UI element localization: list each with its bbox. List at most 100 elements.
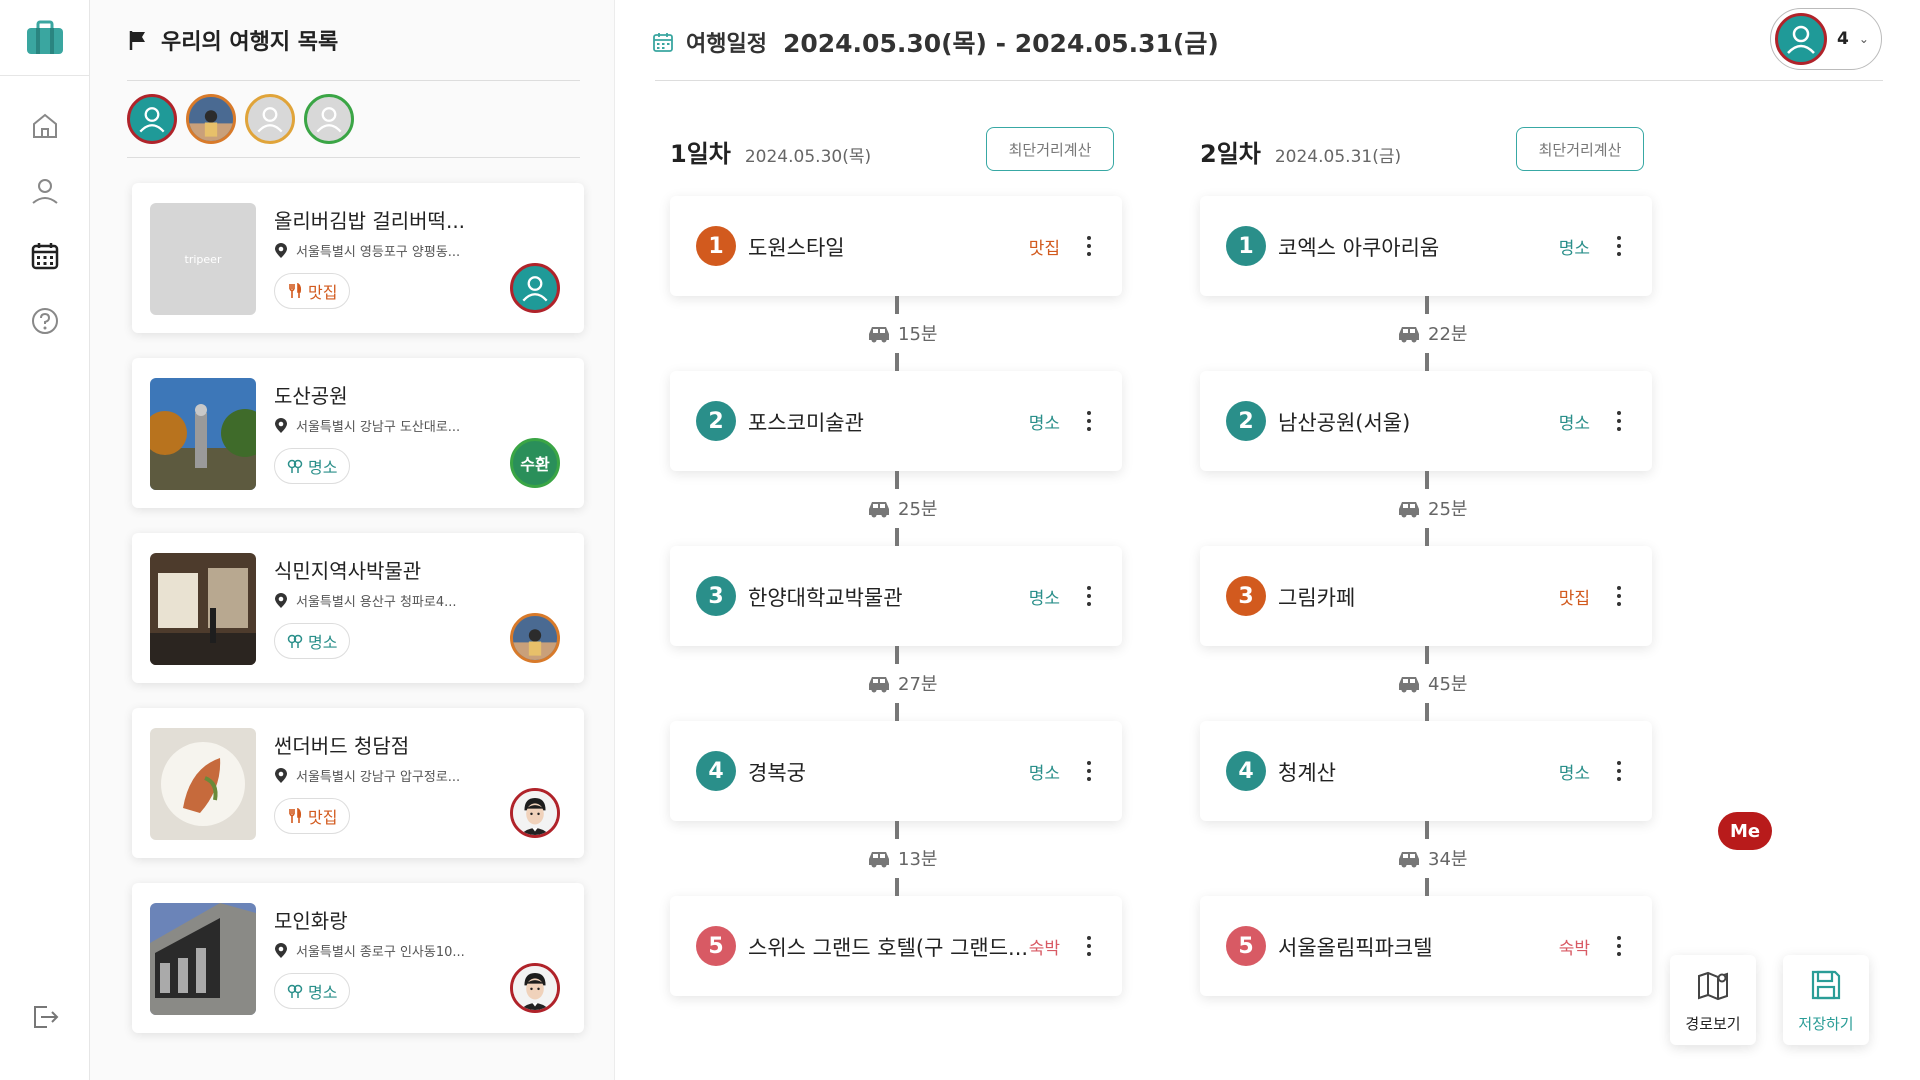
stop-name: 도원스타일 xyxy=(748,236,845,260)
itinerary-stop[interactable]: 1 코엑스 아쿠아리움 명소 xyxy=(1200,196,1652,296)
me-cursor-badge: Me xyxy=(1718,812,1772,850)
logout-icon[interactable] xyxy=(28,1000,62,1034)
place-name: 올리버김밥 걸리버떡... xyxy=(274,209,466,233)
stop-name: 포스코미술관 xyxy=(748,411,864,435)
user-count: 4 xyxy=(1837,29,1849,49)
category-tag[interactable]: 명소 xyxy=(274,623,351,659)
destination-card[interactable]: 썬더버드 청담점 서울특별시 강남구 압구정로... 맛집 xyxy=(132,708,584,858)
itinerary-stop[interactable]: 4 경복궁 명소 xyxy=(670,721,1122,821)
connector-line xyxy=(895,646,899,664)
travel-connector: 25분 xyxy=(658,471,1138,546)
member-avatars xyxy=(127,94,354,144)
member-avatar[interactable] xyxy=(127,94,177,144)
online-users-dropdown[interactable]: 4 ⌄ xyxy=(1770,8,1882,70)
more-options-icon[interactable] xyxy=(1084,403,1094,439)
chevron-down-icon: ⌄ xyxy=(1858,32,1869,46)
map-pin-icon xyxy=(275,767,287,783)
shortest-route-button[interactable]: 최단거리계산 xyxy=(1516,127,1644,171)
stop-number: 1 xyxy=(1226,226,1266,266)
itinerary-stop[interactable]: 3 그림카페 맛집 xyxy=(1200,546,1652,646)
stop-name: 코엑스 아쿠아리움 xyxy=(1278,236,1440,260)
user-silhouette-icon xyxy=(257,107,283,133)
connector-line xyxy=(895,471,899,489)
travel-time: 27분 xyxy=(866,670,937,696)
category-tag[interactable]: 맛집 xyxy=(274,273,351,309)
more-options-icon[interactable] xyxy=(1614,228,1624,264)
connector-line xyxy=(1425,878,1429,896)
place-address-text: 서울특별시 영등포구 양평동... xyxy=(296,245,461,260)
more-options-icon[interactable] xyxy=(1614,578,1624,614)
place-thumbnail xyxy=(150,553,256,665)
landmark-icon xyxy=(287,459,303,473)
connector-line xyxy=(1425,821,1429,839)
travel-connector: 45분 xyxy=(1188,646,1668,721)
stop-name: 스위스 그랜드 호텔(구 그랜드... xyxy=(748,936,1029,960)
member-avatar[interactable] xyxy=(245,94,295,144)
stop-name: 서울올림픽파크텔 xyxy=(1278,936,1433,960)
travel-time-text: 27분 xyxy=(898,674,938,695)
travel-time: 25분 xyxy=(866,495,937,521)
added-by-avatar: 수환 xyxy=(510,438,560,488)
destination-card[interactable]: 모인화랑서울특별시 종로구 인사동10... 명소 xyxy=(132,883,584,1033)
place-address-text: 서울특별시 종로구 인사동10... xyxy=(296,945,465,960)
stop-number: 2 xyxy=(1226,401,1266,441)
app-logo-icon[interactable] xyxy=(25,20,65,56)
itinerary-stop[interactable]: 2 포스코미술관 명소 xyxy=(670,371,1122,471)
place-name: 도산공원 xyxy=(274,384,348,408)
itinerary-stop[interactable]: 5 서울올림픽파크텔 숙박 xyxy=(1200,896,1652,996)
list-title-text: 우리의 여행지 목록 xyxy=(161,30,339,55)
travel-time: 15분 xyxy=(866,320,937,346)
calendar-icon[interactable] xyxy=(28,239,62,273)
destination-list-panel: 우리의 여행지 목록 tripeer 올리버김밥 걸리버떡... 서울특별시 영등포… xyxy=(90,0,615,1080)
added-by-avatar xyxy=(510,788,560,838)
more-options-icon[interactable] xyxy=(1084,753,1094,789)
member-avatar[interactable] xyxy=(186,94,236,144)
more-options-icon[interactable] xyxy=(1084,578,1094,614)
travel-time-text: 34분 xyxy=(1428,849,1468,870)
map-pin-icon xyxy=(275,417,287,433)
shortest-route-button[interactable]: 최단거리계산 xyxy=(986,127,1114,171)
day-label: 1일차 xyxy=(670,140,731,168)
more-options-icon[interactable] xyxy=(1084,928,1094,964)
connector-line xyxy=(895,703,899,721)
travel-connector: 27분 xyxy=(658,646,1138,721)
help-icon[interactable] xyxy=(28,304,62,338)
destination-card[interactable]: 식민지역사박물관 서울특별시 용산구 청파로4... 명소 xyxy=(132,533,584,683)
itinerary-stop[interactable]: 5 스위스 그랜드 호텔(구 그랜드... 숙박 xyxy=(670,896,1122,996)
itinerary-stop[interactable]: 4 청계산 명소 xyxy=(1200,721,1652,821)
place-address: 서울특별시 강남구 압구정로... xyxy=(274,766,460,785)
stop-name: 경복궁 xyxy=(748,761,806,785)
route-view-button[interactable]: 경로보기 xyxy=(1670,955,1756,1045)
list-title: 우리의 여행지 목록 xyxy=(127,24,338,56)
stop-number: 5 xyxy=(1226,926,1266,966)
map-pin-user-icon[interactable] xyxy=(28,174,62,208)
more-options-icon[interactable] xyxy=(1614,403,1624,439)
save-button[interactable]: 저장하기 xyxy=(1783,955,1869,1045)
day-date: 2024.05.30(목) xyxy=(744,147,872,167)
itinerary-stop[interactable]: 3 한양대학교박물관 명소 xyxy=(670,546,1122,646)
itinerary-stop[interactable]: 1 도원스타일 맛집 xyxy=(670,196,1122,296)
face-avatar-icon xyxy=(513,791,557,835)
travel-time: 13분 xyxy=(866,845,937,871)
category-tag[interactable]: 명소 xyxy=(274,448,351,484)
home-icon[interactable] xyxy=(28,109,62,143)
travel-connector: 13분 xyxy=(658,821,1138,896)
car-icon xyxy=(1399,852,1419,868)
travel-time: 25분 xyxy=(1396,495,1467,521)
place-address: 서울특별시 용산구 청파로4... xyxy=(274,591,457,610)
category-tag-label: 명소 xyxy=(308,983,338,1002)
category-tag[interactable]: 맛집 xyxy=(274,798,351,834)
day-title: 1일차 2024.05.30(목) xyxy=(670,134,871,169)
travel-connector: 34분 xyxy=(1188,821,1668,896)
itinerary-stop[interactable]: 2 남산공원(서울) 명소 xyxy=(1200,371,1652,471)
more-options-icon[interactable] xyxy=(1084,228,1094,264)
more-options-icon[interactable] xyxy=(1614,753,1624,789)
member-avatar[interactable] xyxy=(304,94,354,144)
destination-card[interactable]: tripeer 올리버김밥 걸리버떡... 서울특별시 영등포구 양평동... 맛집 xyxy=(132,183,584,333)
more-options-icon[interactable] xyxy=(1614,928,1624,964)
category-tag[interactable]: 명소 xyxy=(274,973,351,1009)
user-silhouette-icon xyxy=(139,107,165,133)
place-name: 모인화랑 xyxy=(274,909,348,933)
destination-card[interactable]: 도산공원 서울특별시 강남구 도산대로... 명소 수환 xyxy=(132,358,584,508)
face-avatar-icon xyxy=(513,966,557,1010)
